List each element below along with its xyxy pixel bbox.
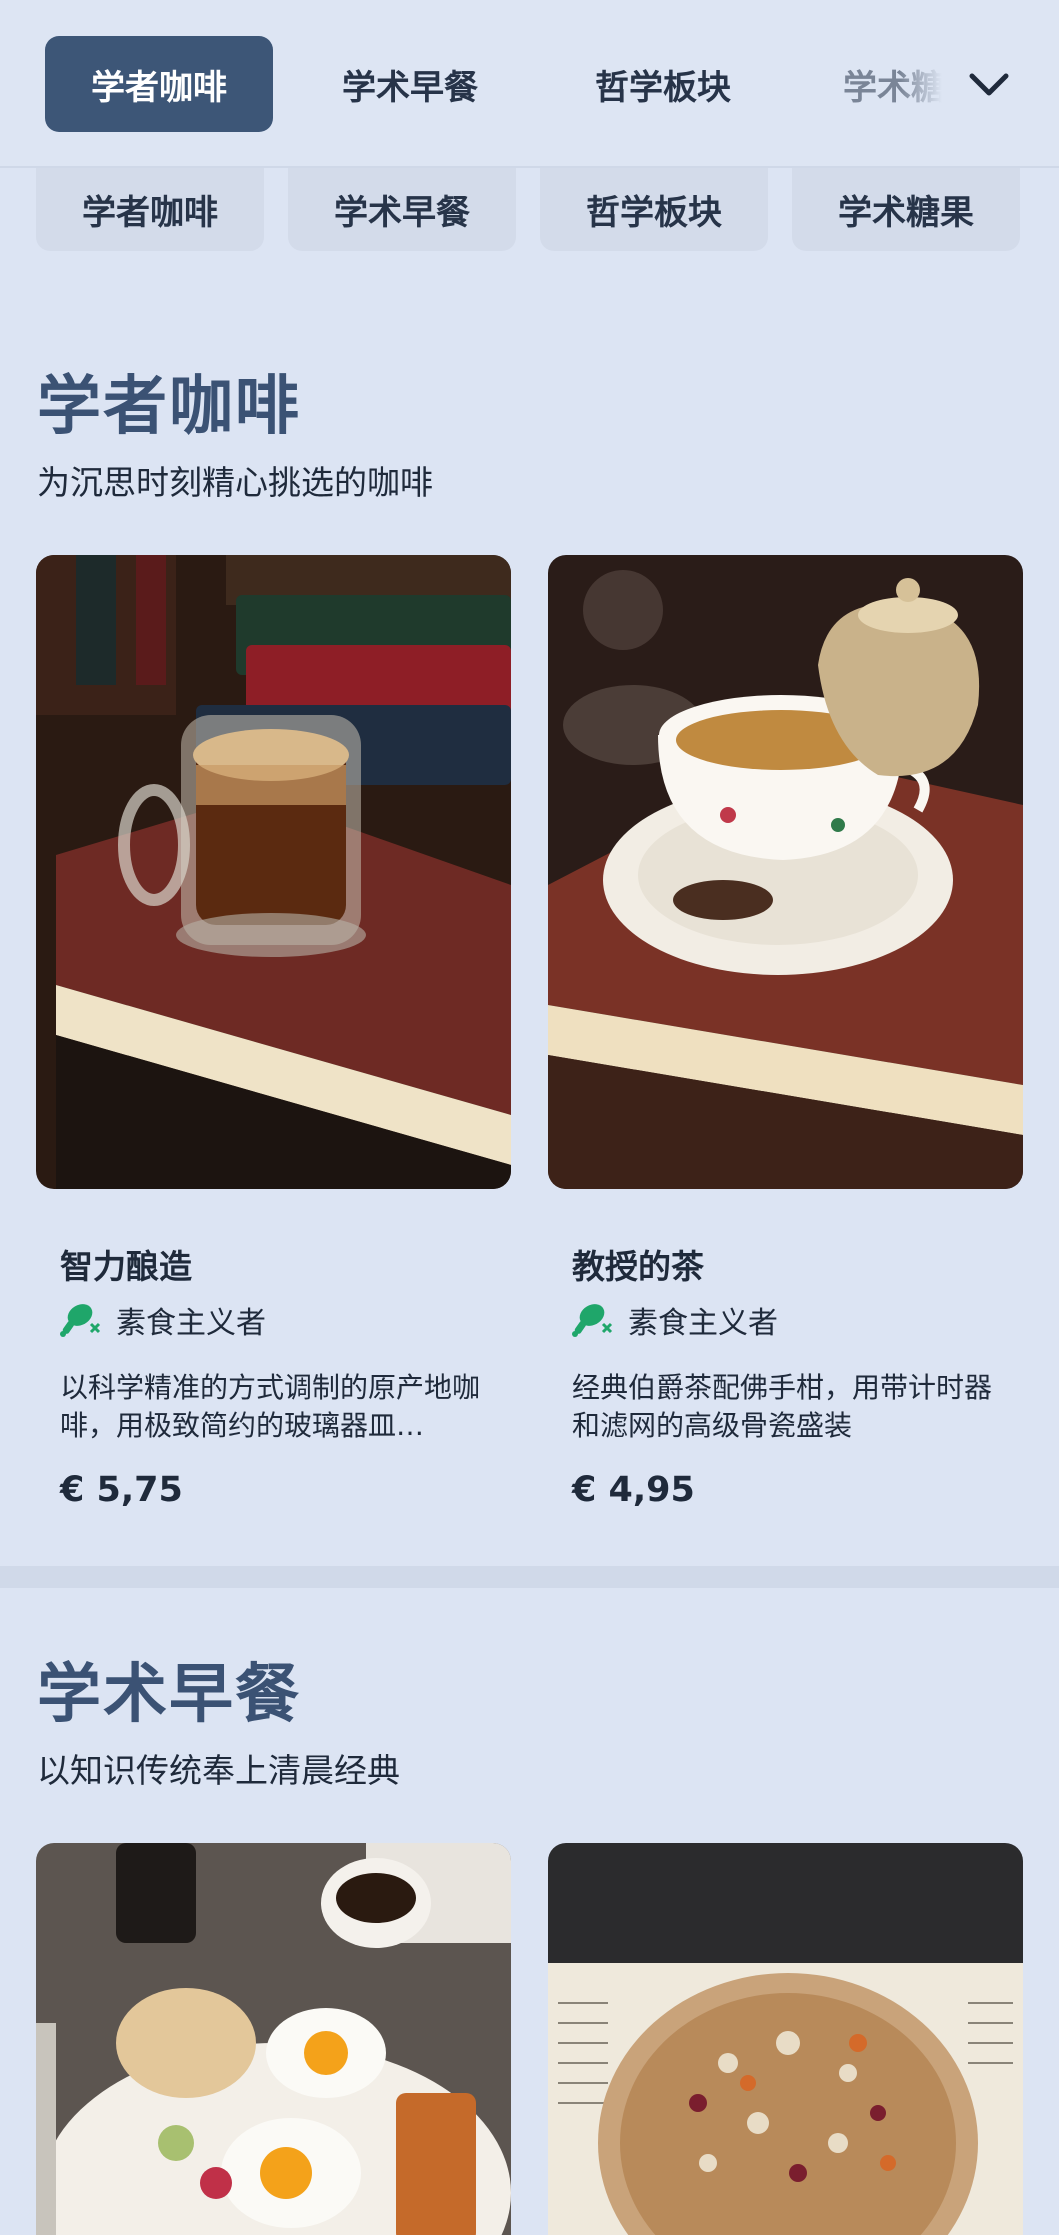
product-image-breakfast-plate[interactable]	[36, 1843, 511, 2235]
top-category-tabs: 学者咖啡 学术早餐 哲学板块 学术糖	[0, 0, 1059, 168]
chip-academic-candy[interactable]: 学术糖果	[792, 168, 1020, 251]
chip-philosophy-board[interactable]: 哲学板块	[540, 168, 768, 251]
item-price-professors-tea: € 4,95	[572, 1470, 695, 1510]
chip-scholar-coffee[interactable]: 学者咖啡	[36, 168, 264, 251]
section-title-scholar-coffee: 学者咖啡	[37, 370, 301, 444]
tab-philosophy-board[interactable]: 哲学板块	[553, 36, 773, 132]
item-name-intellect-brew[interactable]: 智力酿造	[60, 1240, 192, 1288]
item-price-intellect-brew: € 5,75	[60, 1470, 183, 1510]
section-subtitle-scholar-coffee: 为沉思时刻精心挑选的咖啡	[37, 463, 433, 502]
section-subtitle-academic-breakfast: 以知识传统奉上清晨经典	[37, 1751, 400, 1790]
dietary-tag-label: 素食主义者	[116, 1306, 266, 1341]
section-title-academic-breakfast: 学术早餐	[37, 1658, 301, 1732]
item-description-professors-tea: 经典伯爵茶配佛手柑，用带计时器和滤网的高级骨瓷盛装	[572, 1371, 993, 1442]
dietary-tag-intellect-brew: 素食主义者	[60, 1298, 266, 1342]
item-description-intellect-brew: 以科学精准的方式调制的原产地咖啡，用极致简约的玻璃器皿…	[60, 1371, 481, 1442]
tab-scroll-fade	[900, 36, 960, 132]
vegetarian-drumstick-icon	[572, 1304, 613, 1337]
product-image-granola-bowl[interactable]	[548, 1843, 1023, 2235]
product-image-intellect-brew[interactable]	[36, 555, 511, 1189]
dietary-tag-label: 素食主义者	[628, 1306, 778, 1341]
dietary-tag-professors-tea: 素食主义者	[572, 1298, 778, 1342]
item-name-professors-tea[interactable]: 教授的茶	[572, 1240, 704, 1288]
vegetarian-drumstick-icon	[60, 1304, 101, 1337]
chevron-down-icon[interactable]	[964, 60, 1014, 110]
tab-scholar-coffee[interactable]: 学者咖啡	[45, 36, 273, 132]
product-image-professors-tea[interactable]	[548, 555, 1023, 1189]
tab-academic-breakfast[interactable]: 学术早餐	[300, 36, 520, 132]
chip-academic-breakfast[interactable]: 学术早餐	[288, 168, 516, 251]
section-divider	[0, 1566, 1059, 1588]
